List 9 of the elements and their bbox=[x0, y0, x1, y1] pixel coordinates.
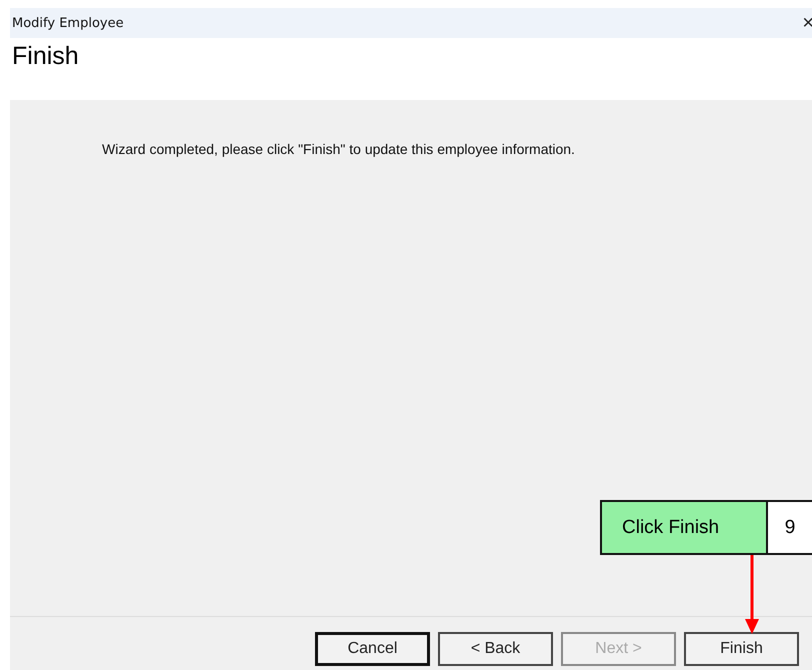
wizard-button[interactable]: Finish bbox=[684, 632, 799, 666]
wizard-button[interactable]: Cancel bbox=[315, 632, 430, 666]
window-title: Modify Employee bbox=[12, 16, 124, 30]
callout-note: Click Finish bbox=[600, 500, 768, 555]
step-number: 9 bbox=[768, 500, 812, 555]
completion-message: Wizard completed, please click "Finish" to update this employee information. bbox=[102, 140, 576, 159]
arrow-icon bbox=[745, 555, 759, 634]
wizard-button[interactable]: < Back bbox=[438, 632, 553, 666]
page-heading: Finish bbox=[12, 42, 79, 71]
